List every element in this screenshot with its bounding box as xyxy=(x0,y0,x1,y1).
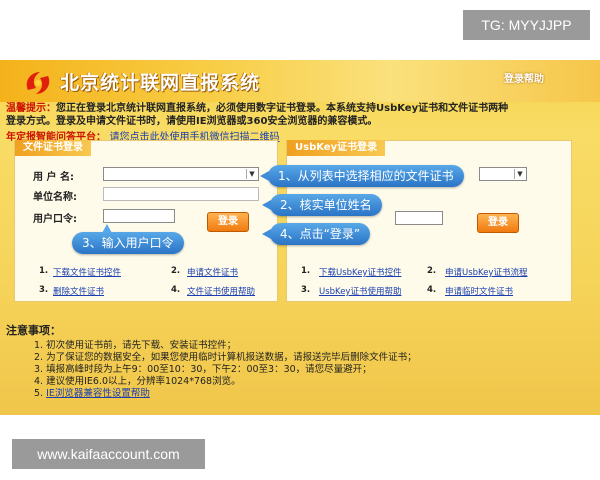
user-select[interactable]: ▼ xyxy=(103,167,259,181)
delete-file-cert-link[interactable]: 删除文件证书 xyxy=(53,285,104,297)
link-num: 2. xyxy=(171,266,181,276)
callout-step3-text: 3、输入用户口令 xyxy=(82,236,174,250)
usbkey-panel-title: UsbKey证书登录 xyxy=(287,140,386,156)
link-num: 3. xyxy=(39,285,49,295)
callout-step2: 2、核实单位姓名 xyxy=(262,194,382,216)
user-label: 用 户 名: xyxy=(33,172,74,183)
callout-step3: 3、输入用户口令 xyxy=(72,224,184,254)
chevron-down-icon: ▼ xyxy=(246,169,257,179)
notice-line1: 您正在登录北京统计联网直报系统，必须使用数字证书登录。本系统支持UsbKey证书… xyxy=(56,103,509,114)
password-input[interactable] xyxy=(103,209,175,223)
file-cert-panel-title: 文件证书登录 xyxy=(15,140,91,156)
usbkey-login-button[interactable]: 登录 xyxy=(477,213,519,233)
notes-section: 注意事项： 1. 初次使用证书前，请先下载、安装证书控件； 2. 为了保证您的数… xyxy=(6,322,586,400)
link-num: 1. xyxy=(39,266,49,276)
link-num: 2. xyxy=(427,266,437,276)
file-cert-login-button[interactable]: 登录 xyxy=(207,212,249,232)
login-help-link[interactable]: 登录帮助 xyxy=(504,70,544,85)
note-item: 4. 建议使用IE6.0以上，分辨率1024*768浏览。 xyxy=(34,376,241,387)
ie-compat-help-link[interactable]: IE浏览器兼容性设置帮助 xyxy=(46,388,150,399)
password-label: 用户口令: xyxy=(33,214,77,225)
link-num: 1. xyxy=(301,266,311,276)
apply-temp-file-cert-link[interactable]: 申请临时文件证书 xyxy=(445,285,513,297)
callout-step4: 4、点击“登录” xyxy=(262,223,371,245)
callout-step4-text: 4、点击“登录” xyxy=(280,227,361,241)
callout-step2-text: 2、核实单位姓名 xyxy=(280,198,372,212)
link-num: 3. xyxy=(301,285,311,295)
callout-step1-text: 1、从列表中选择相应的文件证书 xyxy=(278,169,454,183)
notice: 温馨提示：您正在登录北京统计联网直报系统，必须使用数字证书登录。本系统支持Usb… xyxy=(6,102,596,128)
watermark-top: TG: MYYJJPP xyxy=(463,10,590,40)
notice-line2: 登录方式。登录及申请文件证书时，请使用IE浏览器或360安全浏览器的兼容模式。 xyxy=(6,116,378,127)
download-file-cert-control-link[interactable]: 下载文件证书控件 xyxy=(53,266,121,278)
usbkey-help-link[interactable]: UsbKey证书使用帮助 xyxy=(319,285,401,297)
apply-file-cert-link[interactable]: 申请文件证书 xyxy=(187,266,238,278)
chevron-down-icon: ▼ xyxy=(514,169,525,179)
note-item: 3. 填报高峰时段为上午9：00至10：30，下午2：00至3：30，请您尽量避… xyxy=(34,364,372,375)
login-page: 北京统计联网直报系统 登录帮助 温馨提示：您正在登录北京统计联网直报系统，必须使… xyxy=(0,60,600,415)
link-num: 4. xyxy=(171,285,181,295)
unit-label: 单位名称: xyxy=(33,192,77,203)
system-title: 北京统计联网直报系统 xyxy=(60,72,261,94)
file-cert-help-link[interactable]: 文件证书使用帮助 xyxy=(187,285,255,297)
apply-usbkey-flow-link[interactable]: 申请UsbKey证书流程 xyxy=(445,266,527,278)
note-item: 5. IE浏览器兼容性设置帮助 xyxy=(34,388,150,399)
unit-name-field xyxy=(103,187,259,201)
note-item: 2. 为了保证您的数据安全，如果您使用临时计算机报送数据，请报送完毕后删除文件证… xyxy=(34,352,417,363)
usbkey-password-input[interactable] xyxy=(395,211,443,225)
note-item: 1. 初次使用证书前，请先下载、安装证书控件； xyxy=(34,340,237,351)
watermark-bottom: www.kaifaaccount.com xyxy=(12,439,205,469)
usbkey-cert-select[interactable]: ▼ xyxy=(479,167,527,181)
notes-title: 注意事项： xyxy=(6,324,61,337)
link-num: 4. xyxy=(427,285,437,295)
notice-label: 温馨提示： xyxy=(6,103,56,114)
callout-step1: 1、从列表中选择相应的文件证书 xyxy=(260,165,464,187)
logo-icon xyxy=(26,72,50,94)
download-usbkey-control-link[interactable]: 下载UsbKey证书控件 xyxy=(319,266,401,278)
file-cert-panel: 文件证书登录 用 户 名: ▼ 单位名称: 用户口令: 登录 1. 下载文件证书… xyxy=(14,140,278,302)
